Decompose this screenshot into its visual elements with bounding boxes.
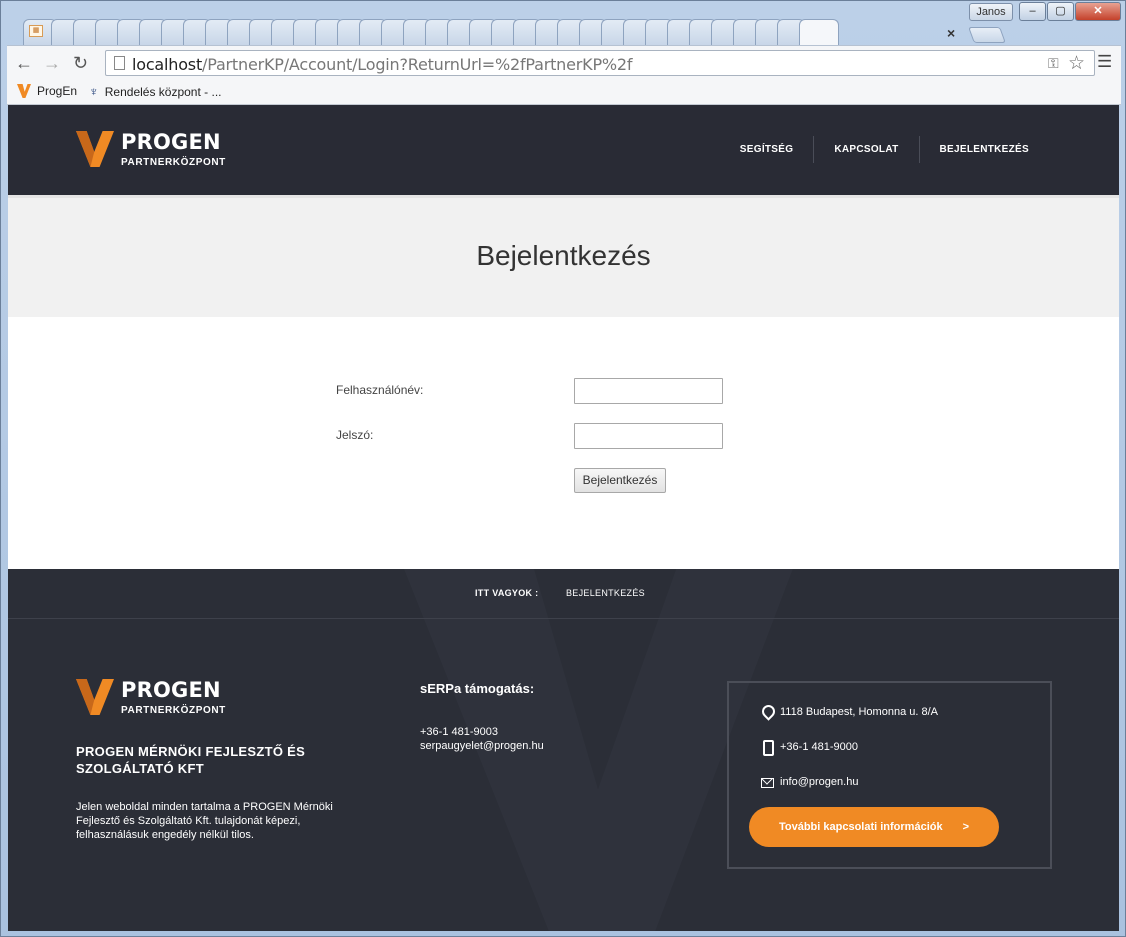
nav-contact[interactable]: KAPCSOLAT: [813, 136, 918, 163]
nav-help[interactable]: SEGÍTSÉG: [720, 136, 814, 163]
tree-icon: ♆: [89, 84, 99, 99]
menu-icon[interactable]: ☰: [1097, 52, 1112, 72]
more-contact-label: További kapcsolati információk: [778, 821, 943, 833]
key-icon[interactable]: ⚿: [1048, 55, 1059, 72]
contact-phone[interactable]: +36-1 481-9000: [761, 740, 858, 756]
phone-icon: [761, 740, 774, 756]
minimize-button[interactable]: ‒: [1019, 2, 1046, 21]
support-phone[interactable]: +36-1 481-9003: [420, 726, 498, 738]
address-bar[interactable]: localhost/PartnerKP/Account/Login?Return…: [105, 50, 1095, 76]
tab-strip: ▦ × Janos ‒ ▢ ✕: [1, 1, 1126, 45]
username-label: Felhasználónév:: [336, 383, 424, 397]
progen-v-icon: [17, 84, 31, 98]
url-host: localhost: [132, 55, 203, 74]
breadcrumb-current[interactable]: BEJELENTKEZÉS: [566, 588, 645, 598]
page-title: Bejelentkezés: [476, 240, 651, 271]
company-description: Jelen weboldal minden tartalma a PROGEN …: [76, 801, 333, 841]
nav-login[interactable]: BEJELENTKEZÉS: [918, 136, 1049, 163]
footer-logo[interactable]: PROGEN PARTNERKÖZPONT: [76, 679, 226, 716]
site-footer: ITT VAGYOK : BEJELENTKEZÉS PROGEN PARTNE…: [8, 569, 1119, 931]
progen-logo-icon: [76, 679, 114, 715]
company-name: PROGEN MÉRNÖKI FEJLESZTŐ ÉS SZOLGÁLTATÓ …: [76, 744, 306, 776]
logo-subtitle: PARTNERKÖZPONT: [121, 705, 226, 716]
web-page: PROGEN PARTNERKÖZPONT SEGÍTSÉG KAPCSOLAT…: [8, 105, 1119, 931]
more-contact-info-button[interactable]: További kapcsolati információk >: [749, 807, 999, 847]
contact-address-text: 1118 Budapest, Homonna u. 8/A: [780, 706, 938, 718]
password-label: Jelszó:: [336, 428, 374, 442]
maximize-button[interactable]: ▢: [1047, 2, 1074, 21]
header-logo[interactable]: PROGEN PARTNERKÖZPONT: [76, 131, 226, 168]
main-nav: SEGÍTSÉG KAPCSOLAT BEJELENTKEZÉS: [720, 136, 1049, 163]
profile-button[interactable]: Janos: [969, 3, 1013, 21]
back-arrow-icon[interactable]: ←: [15, 53, 33, 74]
bookmarks-bar: ProgEn ♆ Rendelés központ - ...: [7, 79, 1121, 105]
logo-name: PROGEN: [121, 130, 221, 154]
username-input[interactable]: [574, 378, 723, 404]
tab-list: [23, 19, 1003, 45]
password-input[interactable]: [574, 423, 723, 449]
support-title: sERPa támogatás:: [420, 681, 535, 696]
logo-name: PROGEN: [121, 678, 221, 702]
star-icon[interactable]: ☆: [1068, 52, 1085, 75]
close-window-button[interactable]: ✕: [1075, 2, 1121, 21]
location-pin-icon: [761, 705, 773, 719]
contact-address: 1118 Budapest, Homonna u. 8/A: [761, 705, 938, 719]
contact-email-text: info@progen.hu: [780, 776, 859, 788]
new-tab-button[interactable]: [968, 27, 1006, 43]
page-icon: [114, 56, 125, 70]
url-text: localhost/PartnerKP/Account/Login?Return…: [132, 55, 633, 74]
tab-favicon-icon: ▦: [29, 25, 43, 37]
progen-logo-icon: [76, 131, 114, 167]
contact-phone-text: +36-1 481-9000: [780, 741, 858, 753]
mail-icon: [761, 775, 774, 789]
title-band: Bejelentkezés: [8, 195, 1119, 317]
contact-email[interactable]: info@progen.hu: [761, 775, 858, 789]
browser-window: ▦ × Janos ‒ ▢ ✕ ← → ↻ localhost/PartnerK…: [0, 0, 1126, 937]
forward-arrow-icon[interactable]: →: [43, 53, 61, 74]
contact-box: 1118 Budapest, Homonna u. 8/A +36-1 481-…: [727, 681, 1052, 869]
login-button[interactable]: Bejelentkezés: [574, 468, 666, 493]
active-browser-tab[interactable]: [799, 19, 839, 45]
tab-close-icon[interactable]: ×: [947, 25, 955, 41]
login-form: Felhasználónév: Jelszó: Bejelentkezés: [8, 317, 1119, 569]
site-header: PROGEN PARTNERKÖZPONT SEGÍTSÉG KAPCSOLAT…: [8, 105, 1119, 195]
breadcrumb-label: ITT VAGYOK :: [475, 588, 539, 598]
chevron-right-icon: >: [962, 821, 970, 833]
bookmark-progen[interactable]: ProgEn: [17, 84, 77, 98]
breadcrumb: ITT VAGYOK : BEJELENTKEZÉS: [8, 569, 1119, 619]
bookmark-label: ProgEn: [37, 84, 78, 98]
url-path: /PartnerKP/Account/Login?ReturnUrl=%2fPa…: [202, 55, 633, 74]
logo-subtitle: PARTNERKÖZPONT: [121, 157, 226, 168]
browser-toolbar: ← → ↻ localhost/PartnerKP/Account/Login?…: [7, 45, 1121, 79]
support-email[interactable]: serpaugyelet@progen.hu: [420, 740, 544, 752]
bookmark-label: Rendelés központ - ...: [104, 84, 222, 99]
reload-icon[interactable]: ↻: [73, 53, 88, 74]
bookmark-rendeles[interactable]: ♆ Rendelés központ - ...: [89, 84, 221, 99]
